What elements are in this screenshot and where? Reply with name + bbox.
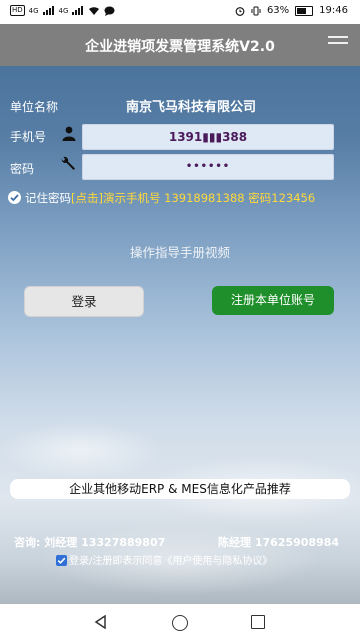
product-recommend-button[interactable]: 企业其他移动ERP & MES信息化产品推荐 bbox=[10, 479, 350, 499]
password-input[interactable]: •••••• bbox=[82, 154, 334, 180]
consult-contact-1: 咨询: 刘经理 13327889807 bbox=[14, 534, 165, 550]
person-icon bbox=[62, 126, 76, 141]
check-icon bbox=[10, 194, 19, 202]
password-label: 密码 bbox=[10, 162, 35, 176]
register-button[interactable]: 注册本单位账号 bbox=[212, 286, 334, 315]
consult-prefix: 咨询: bbox=[14, 536, 41, 549]
system-nav-bar bbox=[0, 604, 360, 640]
recent-apps-icon[interactable] bbox=[251, 615, 265, 629]
title-bar: 企业进销项发票管理系统V2.0 bbox=[0, 24, 360, 66]
remember-row: 记住密码[点击]演示手机号 13918981388 密码123456 bbox=[8, 190, 315, 206]
signal-icon bbox=[42, 6, 55, 15]
contact-chen[interactable]: 陈经理 17625908984 bbox=[218, 534, 339, 550]
check-icon bbox=[57, 557, 66, 564]
remember-checkbox[interactable] bbox=[8, 191, 21, 204]
login-button[interactable]: 登录 bbox=[24, 286, 144, 317]
company-name: 南京飞马科技有限公司 bbox=[126, 100, 257, 115]
app-title: 企业进销项发票管理系统V2.0 bbox=[85, 39, 275, 55]
login-screen: HD 4G 4G 63% 19:46 企业进销项发票管理系统V2.0 单位名称 … bbox=[0, 0, 360, 640]
status-right: 63% 19:46 bbox=[235, 5, 348, 16]
remember-label: 记住密码 bbox=[25, 191, 71, 205]
agreement-text[interactable]: 登录/注册即表示同意《用户使用与隐私协议》 bbox=[69, 556, 272, 567]
wifi-icon bbox=[89, 6, 100, 15]
chat-icon bbox=[104, 6, 115, 16]
network-type-1: 4G bbox=[28, 6, 39, 15]
phone-label: 手机号 bbox=[10, 130, 47, 144]
alarm-icon bbox=[235, 6, 245, 16]
status-bar: HD 4G 4G 63% 19:46 bbox=[0, 0, 360, 24]
company-label: 单位名称 bbox=[10, 100, 59, 114]
back-icon[interactable] bbox=[94, 615, 108, 629]
agreement-row: 登录/注册即表示同意《用户使用与隐私协议》 bbox=[56, 552, 272, 567]
agreement-checkbox[interactable] bbox=[56, 555, 67, 566]
contact-liu[interactable]: 刘经理 13327889807 bbox=[44, 536, 165, 549]
phone-input[interactable]: 1391▮▮▮388 bbox=[82, 124, 334, 150]
battery-icon bbox=[295, 5, 314, 16]
clock: 19:46 bbox=[319, 5, 348, 16]
status-left: HD 4G 4G bbox=[10, 5, 115, 16]
vibrate-icon bbox=[251, 6, 261, 15]
demo-account-hint[interactable]: [点击]演示手机号 13918981388 密码123456 bbox=[71, 191, 315, 205]
guide-video-link[interactable]: 操作指导手册视频 bbox=[0, 242, 360, 261]
signal-icon-2 bbox=[72, 6, 84, 15]
network-type-2: 4G bbox=[58, 6, 69, 15]
menu-icon[interactable] bbox=[328, 36, 348, 50]
hd-badge: HD bbox=[10, 5, 25, 16]
wrench-icon bbox=[61, 156, 75, 170]
home-icon[interactable] bbox=[172, 615, 188, 631]
battery-percent: 63% bbox=[266, 5, 290, 16]
